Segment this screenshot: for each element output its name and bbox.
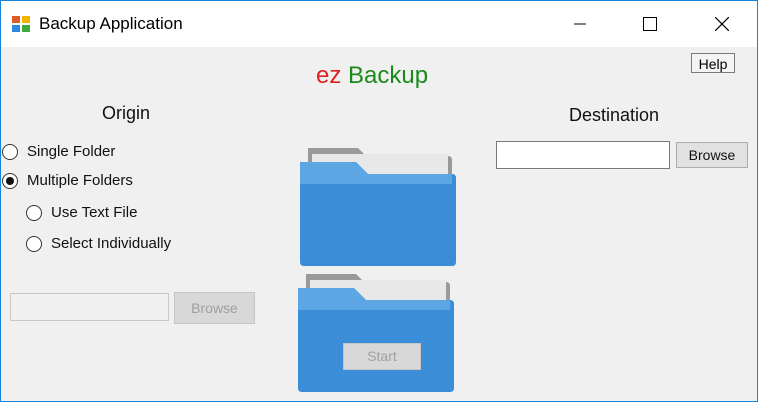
radio-label: Use Text File xyxy=(51,204,138,221)
origin-browse-button[interactable]: Browse xyxy=(174,292,255,324)
radio-label: Single Folder xyxy=(27,143,116,160)
maximize-icon xyxy=(643,17,657,31)
origin-heading: Origin xyxy=(102,103,151,123)
brand-ez: ez xyxy=(316,62,342,89)
radio-circle xyxy=(2,143,18,160)
brand-backup: Backup xyxy=(348,62,429,89)
folder-icon xyxy=(300,148,456,266)
radio-multiple-folders[interactable]: Multiple Folders xyxy=(2,172,133,189)
destination-heading: Destination xyxy=(569,105,660,125)
destination-browse-button[interactable]: Browse xyxy=(676,142,748,168)
app-icon xyxy=(12,16,30,32)
main-panel: ez Backup Help Origin Single Folder Mult… xyxy=(1,47,757,401)
radio-circle xyxy=(26,204,42,221)
window-title: Backup Application xyxy=(39,14,183,33)
folder-icon xyxy=(298,274,454,392)
app-window: Backup Application ez Backup Help Origin… xyxy=(0,0,758,402)
minimize-button[interactable] xyxy=(557,1,603,47)
start-button[interactable]: Start xyxy=(343,343,421,370)
radio-label: Select Individually xyxy=(51,235,172,252)
title-bar[interactable]: Backup Application xyxy=(1,1,757,47)
help-button[interactable]: Help xyxy=(691,53,735,73)
radio-single-folder[interactable]: Single Folder xyxy=(2,143,115,160)
close-button[interactable] xyxy=(699,1,745,47)
brand-title: ez Backup xyxy=(316,62,428,90)
radio-select-individually[interactable]: Select Individually xyxy=(26,235,171,252)
radio-label: Multiple Folders xyxy=(27,172,133,189)
origin-path-input[interactable] xyxy=(10,293,169,321)
minimize-icon xyxy=(574,23,586,25)
radio-circle-checked xyxy=(2,172,18,189)
radio-use-text-file[interactable]: Use Text File xyxy=(26,204,137,221)
maximize-button[interactable] xyxy=(627,1,673,47)
radio-circle xyxy=(26,235,42,252)
close-icon xyxy=(715,17,729,31)
destination-path-input[interactable] xyxy=(496,141,670,169)
